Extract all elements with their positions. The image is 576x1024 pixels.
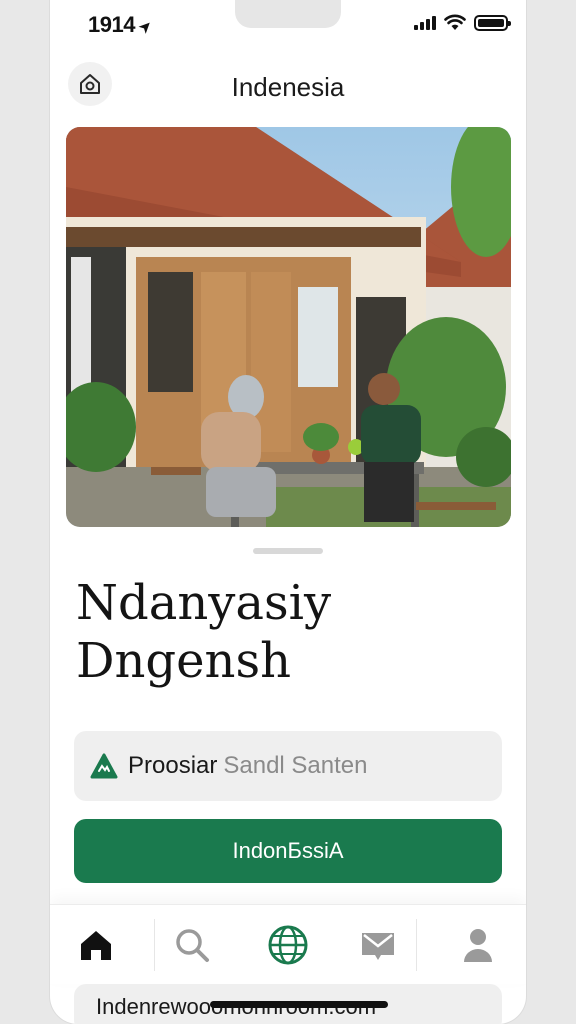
user-icon (464, 929, 492, 962)
page-title: Indenesia (231, 72, 345, 102)
tab-profile[interactable] (452, 919, 504, 971)
battery-icon (474, 14, 511, 31)
home-indicator[interactable] (210, 1001, 388, 1008)
signal-icon (414, 15, 436, 30)
primary-button[interactable]: IndonБssiA (74, 819, 502, 883)
tab-globe[interactable] (262, 919, 314, 971)
tab-home[interactable] (70, 919, 122, 971)
hero-image (66, 127, 511, 527)
status-time-text: 1914 (88, 12, 135, 37)
brand-logo-icon (90, 753, 118, 779)
headline: Ndanyasiy Dngensh (76, 574, 496, 690)
headline-line-1: Ndanyasiy (76, 575, 332, 631)
tab-divider (416, 919, 417, 971)
tab-bar (50, 904, 526, 984)
drag-handle[interactable] (253, 548, 323, 554)
app-header: Indenesia (50, 56, 526, 120)
tab-search[interactable] (166, 919, 218, 971)
search-value: Proosiar (128, 752, 218, 779)
mail-icon (362, 933, 394, 960)
location-arrow-icon: ➤ (135, 16, 157, 38)
notch (235, 0, 341, 28)
headline-line-2: Dngensh (76, 633, 291, 689)
home-icon (81, 931, 111, 960)
tab-messages[interactable] (352, 919, 404, 971)
status-icons (414, 14, 511, 31)
globe-icon (268, 925, 308, 965)
status-bar: 1914➤ (50, 0, 526, 50)
status-time: 1914➤ (88, 12, 156, 38)
search-icon (176, 929, 209, 962)
search-input[interactable]: Proosiar Sandl Santen (74, 731, 502, 801)
search-placeholder: Sandl Santen (223, 752, 368, 779)
wifi-icon (444, 14, 466, 30)
phone-frame: 1914➤ Indenesia Ndanyasiy Dngensh Proosi… (50, 0, 526, 1024)
hero-illustration (66, 127, 511, 527)
tab-divider (154, 919, 155, 971)
